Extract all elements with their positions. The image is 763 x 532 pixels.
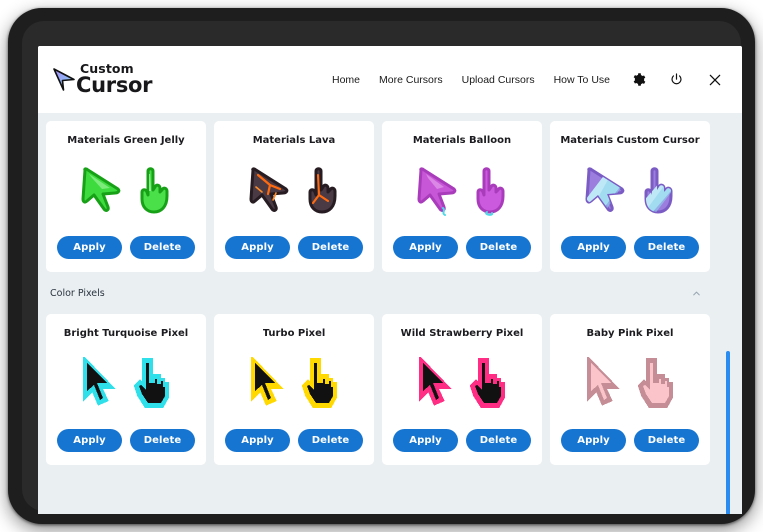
cursor-preview-pair	[414, 152, 510, 230]
hand-cursor-icon	[644, 167, 673, 214]
cursor-list-scroll-area[interactable]: Materials Green Jelly Apply Delete Mater…	[38, 113, 742, 514]
cursor-card[interactable]: Baby Pink Pixel Apply Delete	[550, 314, 710, 465]
card-action-buttons: Apply Delete	[57, 429, 195, 452]
cursor-preview-pair	[246, 152, 342, 230]
cursor-card[interactable]: Materials Custom Cursor Apply Delete	[550, 121, 710, 272]
chevron-up-icon[interactable]	[691, 288, 702, 299]
main-nav: Home More Cursors Upload Cursors How To …	[332, 70, 724, 89]
logo[interactable]: Custom Cursor	[51, 63, 153, 97]
arrow-cursor-icon	[585, 167, 625, 212]
cursor-preview-pair	[582, 152, 678, 230]
delete-button[interactable]: Delete	[466, 429, 531, 452]
cursor-card[interactable]: Materials Balloon Apply Delete	[382, 121, 542, 272]
cursor-card-row-materials: Materials Green Jelly Apply Delete Mater…	[38, 113, 742, 280]
arrow-cursor-icon	[251, 357, 284, 406]
nav-more-cursors[interactable]: More Cursors	[379, 74, 443, 86]
delete-button[interactable]: Delete	[634, 429, 699, 452]
apply-button[interactable]: Apply	[561, 429, 626, 452]
device-frame: Custom Cursor Home More Cursors Upload C…	[8, 8, 755, 524]
nav-how-to-use[interactable]: How To Use	[554, 74, 610, 86]
delete-button[interactable]: Delete	[298, 429, 363, 452]
hand-cursor-icon	[133, 358, 169, 408]
scrollbar-thumb[interactable]	[726, 351, 730, 514]
card-action-buttons: Apply Delete	[393, 429, 531, 452]
cursor-card[interactable]: Materials Lava Apply Delete	[214, 121, 374, 272]
section-title: Color Pixels	[50, 287, 105, 299]
card-action-buttons: Apply Delete	[393, 236, 531, 259]
cursor-card-title: Materials Green Jelly	[67, 135, 185, 146]
card-action-buttons: Apply Delete	[57, 236, 195, 259]
delete-button[interactable]: Delete	[298, 236, 363, 259]
cursor-card-title: Materials Custom Cursor	[560, 135, 700, 146]
card-action-buttons: Apply Delete	[225, 429, 363, 452]
hand-cursor-icon	[301, 358, 337, 408]
delete-button[interactable]: Delete	[130, 429, 195, 452]
nav-upload-cursors[interactable]: Upload Cursors	[462, 74, 535, 86]
section-header-color-pixels[interactable]: Color Pixels	[38, 280, 742, 306]
cursor-preview-pair	[247, 345, 341, 423]
cursor-card-title: Materials Lava	[252, 135, 336, 146]
hand-cursor-icon	[308, 167, 337, 214]
cursor-preview-pair	[583, 345, 677, 423]
apply-button[interactable]: Apply	[561, 236, 626, 259]
delete-button[interactable]: Delete	[466, 236, 531, 259]
cursor-card[interactable]: Turbo Pixel Apply Delete	[214, 314, 374, 465]
nav-home[interactable]: Home	[332, 74, 360, 86]
apply-button[interactable]: Apply	[393, 236, 458, 259]
apply-button[interactable]: Apply	[57, 429, 122, 452]
cursor-card-row-color-pixels: Bright Turquoise Pixel Apply Delete Turb…	[38, 306, 742, 473]
cursor-card-title: Bright Turquoise Pixel	[63, 328, 189, 339]
cursor-card-title: Baby Pink Pixel	[586, 328, 674, 339]
cursor-card[interactable]: Materials Green Jelly Apply Delete	[46, 121, 206, 272]
apply-button[interactable]: Apply	[225, 429, 290, 452]
cursor-card[interactable]: Wild Strawberry Pixel Apply Delete	[382, 314, 542, 465]
cursor-card-title: Turbo Pixel	[262, 328, 326, 339]
cursor-arrow-logo-icon	[53, 67, 75, 91]
app-screen: Custom Cursor Home More Cursors Upload C…	[38, 46, 742, 514]
delete-button[interactable]: Delete	[634, 236, 699, 259]
cursor-card-title: Wild Strawberry Pixel	[400, 328, 524, 339]
card-action-buttons: Apply Delete	[561, 236, 699, 259]
hand-cursor-icon	[140, 167, 169, 214]
arrow-cursor-icon	[419, 357, 452, 406]
arrow-cursor-icon	[587, 357, 620, 406]
arrow-cursor-icon	[417, 167, 457, 216]
cursor-card[interactable]: Bright Turquoise Pixel Apply Delete	[46, 314, 206, 465]
cursor-preview-pair	[79, 345, 173, 423]
cursor-card-title: Materials Balloon	[412, 135, 512, 146]
hand-cursor-icon	[637, 358, 673, 408]
apply-button[interactable]: Apply	[57, 236, 122, 259]
arrow-cursor-icon	[249, 167, 289, 212]
cursor-preview-pair	[78, 152, 174, 230]
gear-icon[interactable]	[629, 70, 648, 89]
apply-button[interactable]: Apply	[393, 429, 458, 452]
card-action-buttons: Apply Delete	[225, 236, 363, 259]
close-icon[interactable]	[705, 70, 724, 89]
card-action-buttons: Apply Delete	[561, 429, 699, 452]
arrow-cursor-icon	[81, 167, 121, 212]
hand-cursor-icon	[469, 358, 505, 408]
hand-cursor-icon	[476, 167, 505, 216]
apply-button[interactable]: Apply	[225, 236, 290, 259]
app-header: Custom Cursor Home More Cursors Upload C…	[38, 46, 742, 113]
power-icon[interactable]	[667, 70, 686, 89]
cursor-preview-pair	[415, 345, 509, 423]
arrow-cursor-icon	[83, 357, 116, 406]
scrollbar-track[interactable]	[726, 113, 730, 514]
delete-button[interactable]: Delete	[130, 236, 195, 259]
logo-cursor-text: Cursor	[76, 72, 153, 97]
